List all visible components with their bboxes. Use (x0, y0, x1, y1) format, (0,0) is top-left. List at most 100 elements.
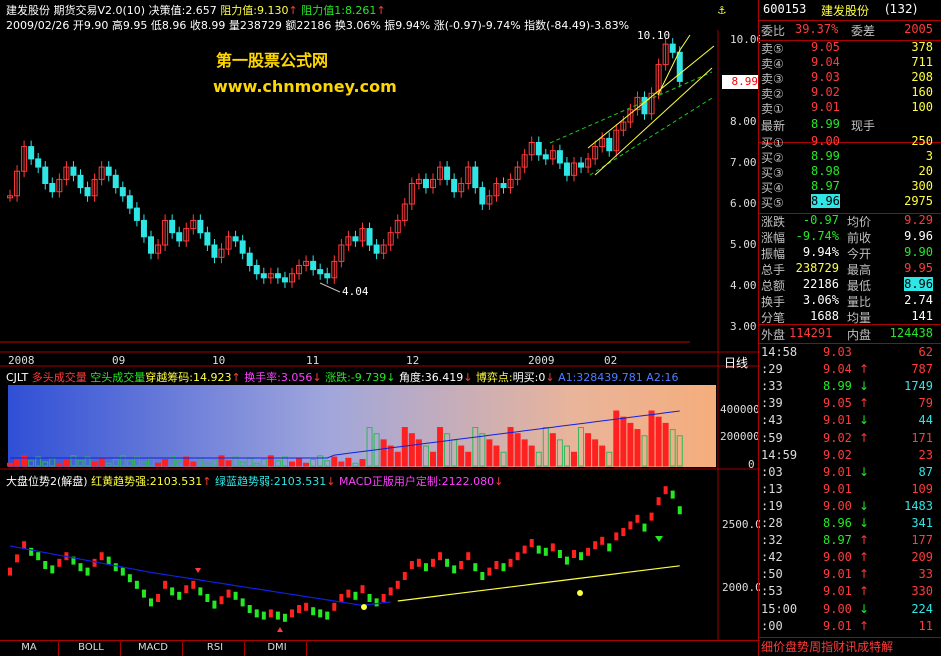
candle-body (211, 244, 218, 258)
candle-body (49, 183, 56, 193)
trend-bar (409, 561, 414, 569)
tick-row: :19 9.00 ↓ 1483 (759, 499, 941, 515)
volume-bar (528, 445, 535, 467)
volume-bar (620, 416, 627, 467)
trend-bar (536, 545, 541, 554)
volume-axis-label: 400000 (720, 403, 760, 416)
candle-body (35, 158, 42, 168)
sell-row: 卖⑤ 9.05 378 (759, 40, 941, 56)
tab-dmi[interactable]: DMI (248, 642, 307, 656)
stat-label: 量比 (847, 295, 872, 309)
candle-body (310, 260, 317, 271)
candle-body (542, 154, 549, 160)
trend-header: 大盘位势2(解盘) 红黄趋势强:2103.531↑ 绿蓝趋势弱:2103.531… (6, 475, 504, 488)
volume-bar (225, 460, 232, 467)
candle-body (197, 219, 204, 234)
trend-bar (614, 532, 619, 541)
candle-body (133, 207, 140, 221)
stat-row: 总额 22186 最低 8.96 (759, 277, 941, 293)
tick-arrow: ↑ (859, 396, 870, 411)
tick-time: :13 (761, 481, 783, 496)
tick-price: 9.01 (823, 464, 852, 479)
candle-body (578, 162, 585, 168)
price-axis-label: 8.00 (730, 115, 757, 128)
tab-boll[interactable]: BOLL (62, 642, 121, 656)
trend-bar (219, 596, 224, 605)
trend-bar (268, 609, 273, 618)
trend-bar (325, 611, 330, 620)
trend-bar (127, 574, 132, 583)
trend-bar (494, 561, 499, 569)
candle-body (253, 265, 260, 275)
trend-bar (402, 572, 407, 580)
volume-bar (486, 439, 493, 467)
volume-bar (648, 410, 655, 467)
tick-price: 8.96 (823, 516, 852, 530)
candle-body (606, 137, 613, 152)
trend-bar (515, 552, 520, 561)
trend-bar (381, 594, 386, 602)
trend-bar (254, 609, 259, 618)
tab-ma[interactable]: MA (0, 642, 59, 656)
sell-volume: 100 (911, 100, 933, 114)
stat-value: 3.06% (802, 293, 839, 307)
candle-body (274, 273, 281, 279)
stat-value: 141 (911, 309, 933, 323)
date-axis-label: 2009 (528, 354, 555, 367)
tick-arrow: ↓ (859, 601, 870, 616)
trend-bar (36, 552, 41, 561)
trend-bar (395, 580, 400, 589)
volume-bar (359, 459, 366, 467)
signal-dot (361, 604, 367, 610)
trend-bar (290, 609, 294, 618)
tick-time: 15:00 (761, 601, 798, 616)
chart-area[interactable]: 建发股份 期货交易V2.0(10) 决策值:2.657 阻力值:9.130↑ 阻… (0, 0, 760, 656)
candle-body (669, 43, 676, 53)
tick-arrow: ↓ (859, 379, 870, 394)
sell-price: 9.05 (811, 40, 840, 54)
waipan-row: 外盘 114291 内盘 124438 (761, 326, 933, 342)
quote-panel: 600153 建发股份 (132) 委比 39.37% 委差 2005 卖⑤ 9.… (758, 0, 941, 656)
volume-bar (190, 461, 197, 467)
trend-bar (226, 589, 231, 598)
trend-bar (78, 563, 83, 572)
volume-bar (91, 461, 98, 467)
tick-arrow: ↓ (859, 464, 870, 479)
tab-macd[interactable]: MACD (124, 642, 183, 656)
trend-candles (8, 486, 682, 622)
trend-bar (642, 523, 647, 532)
period-label[interactable]: 日线 (724, 354, 748, 371)
trend-bar (282, 613, 287, 622)
tick-row: :42 9.00 ↑ 209 (759, 550, 941, 566)
tick-row: :28 8.96 ↓ 341 (759, 516, 941, 532)
candle-body (148, 236, 154, 254)
candle-body (676, 51, 683, 82)
tick-row: :53 9.01 ↑ 330 (759, 584, 941, 600)
trend-bar (353, 591, 358, 600)
volume-bar (458, 445, 465, 467)
trend-bar (8, 567, 12, 576)
volume-bar (331, 456, 338, 467)
buy-row: 买① 9.00 250 (759, 134, 941, 150)
volume-bar (408, 433, 415, 467)
high-annotation: 10.10 (637, 29, 671, 42)
date-axis-label: 2008 (8, 354, 35, 367)
price-axis-label: 5.00 (730, 238, 757, 251)
trend-bar (170, 587, 175, 596)
tick-row: :32 8.97 ↑ 177 (759, 533, 941, 549)
volume-bar (627, 422, 634, 467)
trend-bar (508, 558, 513, 567)
volume-bar (63, 459, 70, 467)
bottom-tabs: 细价盘势周指财讯成特解 (761, 640, 894, 654)
trend-bar (332, 602, 337, 611)
sell-volume: 378 (911, 40, 933, 54)
tab-rsi[interactable]: RSI (186, 642, 245, 656)
trend-bar (543, 547, 548, 556)
stat-label: 均价 (847, 215, 872, 229)
trend-bar (423, 563, 428, 572)
trend-bar (388, 587, 393, 596)
trend-bar (670, 490, 675, 499)
weibi-row: 委比 39.37% 委差 2005 (761, 22, 933, 38)
volume-bar (585, 433, 592, 467)
candle-body (444, 166, 451, 180)
